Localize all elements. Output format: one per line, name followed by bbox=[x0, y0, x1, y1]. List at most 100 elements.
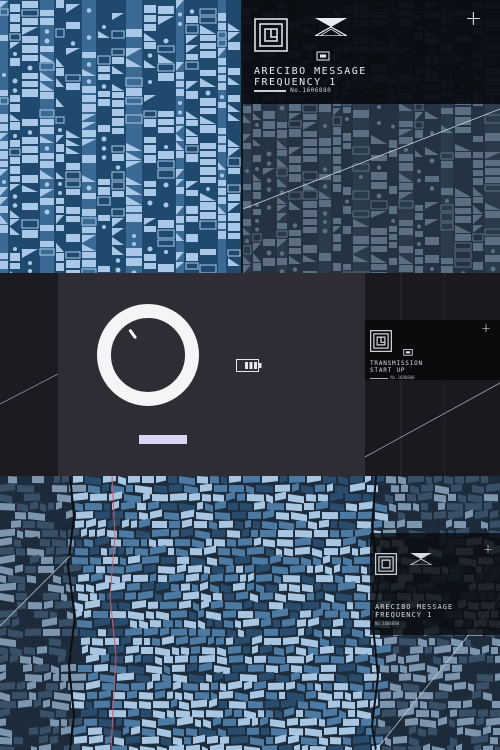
glitched-serial: No.1606880 bbox=[375, 621, 400, 626]
plus-icon[interactable]: + bbox=[481, 322, 491, 334]
pattern-block bbox=[10, 122, 20, 130]
pattern-dot bbox=[163, 38, 169, 44]
pattern-dot bbox=[147, 53, 153, 58]
pattern-block bbox=[218, 58, 226, 65]
crosshatch-triangle-mark-icon bbox=[410, 553, 432, 565]
pattern-dot bbox=[28, 261, 32, 265]
pattern-block bbox=[228, 223, 240, 231]
pattern-block bbox=[228, 168, 240, 174]
pattern-block bbox=[0, 225, 8, 233]
pattern-block bbox=[22, 89, 38, 97]
pattern-block bbox=[0, 261, 8, 269]
transmission-title-line-2: START UP bbox=[370, 367, 406, 374]
pattern-block bbox=[40, 119, 54, 125]
glitched-message-card: ARECIBO MESSAGE FREQUENCY 1 No.1606880 + bbox=[370, 533, 500, 635]
transmission-title: TRANSMISSION START UP bbox=[370, 360, 423, 374]
pattern-block bbox=[56, 68, 64, 76]
pattern-block bbox=[176, 89, 184, 96]
pattern-block bbox=[176, 72, 184, 79]
pattern-block bbox=[112, 100, 124, 107]
pattern-block bbox=[186, 16, 198, 23]
pattern-block bbox=[176, 225, 184, 231]
pattern-block bbox=[144, 5, 156, 13]
pattern-block bbox=[0, 206, 8, 213]
pattern-block bbox=[56, 263, 64, 271]
pattern-block bbox=[82, 52, 96, 58]
glitched-title-line-2: FREQUENCY 1 bbox=[375, 611, 433, 619]
pattern-block bbox=[40, 18, 54, 25]
pattern-block bbox=[0, 35, 8, 41]
transmission-title-line-1: TRANSMISSION bbox=[370, 360, 423, 367]
pattern-dot bbox=[189, 9, 195, 14]
arecibo-overlay-panel: + ARECIBO MESSAGE FREQUENCY 1 No.1606880 bbox=[243, 0, 500, 273]
pattern-dot bbox=[132, 242, 136, 246]
pattern-block bbox=[0, 90, 8, 96]
pattern-block bbox=[10, 95, 20, 102]
pattern-dot bbox=[101, 155, 107, 160]
pattern-block bbox=[22, 73, 38, 79]
pattern-dot bbox=[58, 182, 62, 186]
pattern-block bbox=[200, 143, 216, 149]
pattern-block bbox=[82, 155, 96, 163]
pattern-block bbox=[98, 215, 110, 221]
pattern-dot bbox=[102, 225, 106, 229]
pattern-block bbox=[200, 212, 216, 219]
pattern-block bbox=[40, 92, 54, 99]
pattern-block bbox=[200, 35, 216, 41]
pattern-block bbox=[158, 151, 174, 159]
pattern-block bbox=[10, 104, 20, 112]
pattern-block bbox=[228, 95, 240, 102]
pattern-dot bbox=[12, 78, 18, 84]
pattern-block bbox=[66, 260, 80, 268]
pattern-block bbox=[22, 45, 38, 53]
pattern-block bbox=[144, 42, 156, 49]
plus-icon[interactable]: + bbox=[483, 543, 493, 555]
pattern-block bbox=[228, 194, 240, 201]
pattern-dot bbox=[115, 165, 121, 170]
pattern-block bbox=[218, 83, 226, 90]
dial-knob[interactable] bbox=[96, 303, 200, 407]
pattern-block bbox=[56, 154, 64, 162]
pattern-block bbox=[186, 54, 198, 60]
transmission-serial: No.1606880 bbox=[390, 375, 415, 380]
pattern-block bbox=[218, 180, 226, 186]
pattern-block bbox=[10, 140, 20, 147]
pattern-dot bbox=[12, 88, 18, 93]
pattern-block bbox=[200, 202, 216, 210]
pattern-block bbox=[22, 36, 38, 43]
pattern-dot bbox=[147, 200, 153, 206]
pattern-block bbox=[200, 151, 216, 157]
arecibo-pattern bbox=[0, 0, 241, 273]
pattern-block bbox=[200, 159, 216, 165]
transmission-serial-row: No.1606880 bbox=[370, 375, 415, 380]
pattern-block bbox=[218, 128, 226, 134]
pattern-column bbox=[126, 0, 142, 273]
pattern-dot bbox=[44, 146, 50, 151]
pattern-block bbox=[144, 145, 156, 153]
pattern-block bbox=[186, 206, 198, 214]
pattern-block bbox=[0, 114, 8, 122]
pattern-block bbox=[40, 198, 54, 205]
pattern-block bbox=[56, 198, 64, 204]
pattern-block bbox=[218, 75, 226, 81]
pattern-dot bbox=[163, 202, 169, 208]
pattern-dot bbox=[70, 41, 76, 46]
dial-confirm-button[interactable] bbox=[139, 435, 187, 444]
pattern-block bbox=[22, 230, 38, 238]
battery-icon bbox=[236, 359, 262, 372]
pattern-block bbox=[228, 233, 240, 239]
pattern-block bbox=[218, 102, 226, 108]
pattern-block bbox=[10, 253, 20, 261]
pattern-block bbox=[82, 252, 96, 258]
pattern-block bbox=[144, 155, 156, 163]
pattern-block bbox=[228, 213, 240, 221]
pattern-block bbox=[112, 109, 124, 116]
pattern-dot bbox=[13, 134, 17, 138]
pattern-block bbox=[176, 151, 184, 158]
pattern-block bbox=[158, 111, 174, 117]
pattern-block bbox=[0, 253, 8, 259]
pattern-block bbox=[186, 216, 198, 222]
pattern-dot bbox=[206, 187, 210, 191]
pattern-block bbox=[218, 188, 226, 195]
pattern-block bbox=[186, 137, 198, 144]
